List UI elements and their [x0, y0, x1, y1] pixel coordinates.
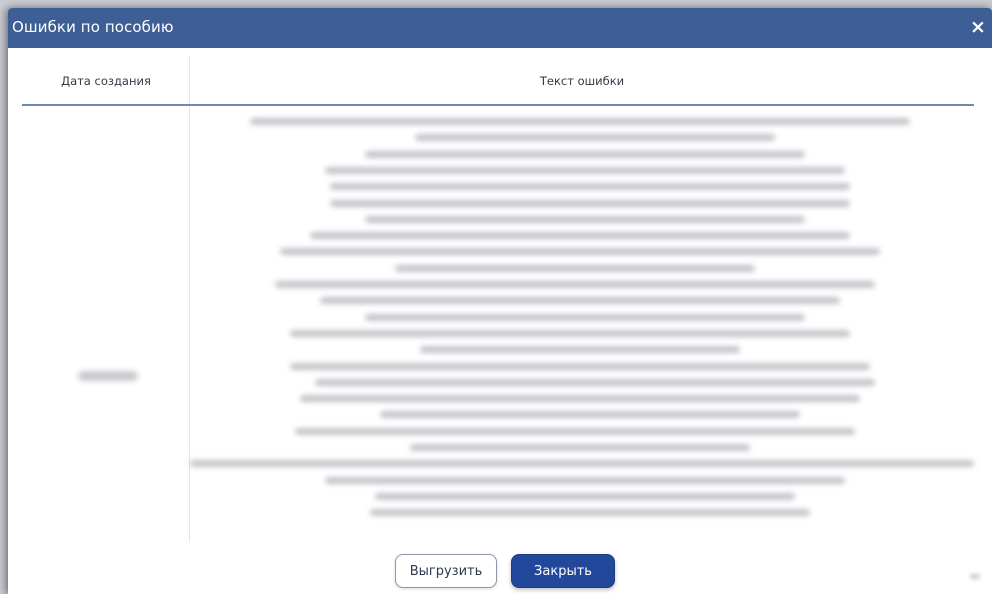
blurred-text-line	[300, 395, 860, 403]
blurred-text-line	[415, 134, 775, 142]
blurred-text-line	[310, 232, 850, 240]
close-icon[interactable]: ×	[968, 15, 988, 39]
blurred-text-line	[275, 281, 875, 288]
blurred-text-line	[315, 378, 875, 386]
blurred-text-line	[295, 427, 855, 435]
cell-date-blurred	[22, 106, 189, 542]
errors-dialog: Ошибки по пособию × Дата создания Текст …	[8, 8, 992, 594]
blurred-text-line	[190, 460, 974, 468]
blurred-text-line	[380, 411, 800, 419]
blurred-text-line	[410, 444, 750, 451]
dialog-title: Ошибки по пособию	[12, 18, 174, 36]
blurred-text-line	[395, 264, 755, 272]
blurred-text-line	[420, 346, 740, 354]
export-button[interactable]: Выгрузить	[395, 554, 497, 588]
close-button[interactable]: Закрыть	[511, 554, 615, 588]
blurred-text-line	[330, 199, 850, 207]
column-header-error-text[interactable]: Текст ошибки	[190, 56, 974, 105]
cell-error-text-blurred	[190, 106, 974, 542]
dialog-footer: Выгрузить Закрыть	[8, 548, 992, 594]
blurred-text-line	[325, 476, 845, 484]
column-header-date[interactable]: Дата создания	[22, 56, 190, 105]
blurred-text-line	[325, 166, 845, 174]
blurred-text-line	[365, 215, 805, 223]
errors-table: Дата создания Текст ошибки	[22, 56, 980, 579]
blurred-text-line	[365, 313, 805, 321]
blurred-text-line	[320, 297, 840, 305]
blurred-text-line	[290, 329, 850, 337]
blurred-text-line	[280, 248, 880, 256]
blurred-text-line	[330, 183, 850, 191]
blurred-text-line	[290, 362, 870, 370]
dialog-header: Ошибки по пособию ×	[8, 8, 992, 48]
blurred-text-line	[250, 118, 910, 125]
blurred-text-line	[365, 150, 805, 158]
blurred-text-line	[375, 492, 795, 500]
blurred-date-value	[78, 371, 138, 381]
blurred-text-line	[370, 509, 810, 517]
